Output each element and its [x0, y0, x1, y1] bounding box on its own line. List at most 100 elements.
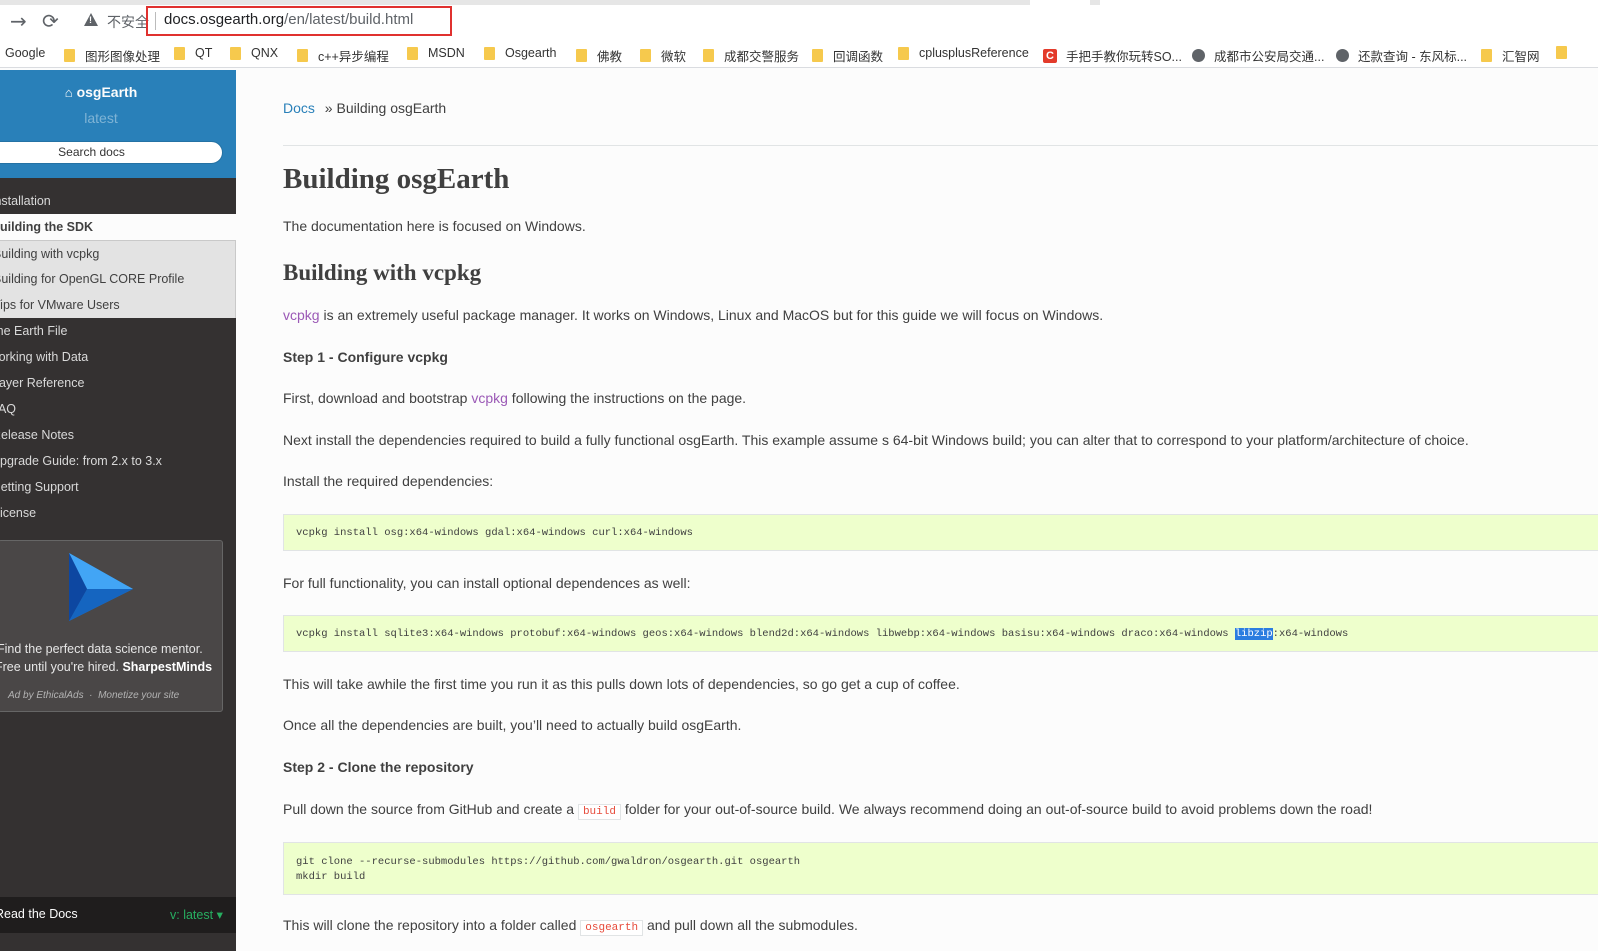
- bookmark-folder[interactable]: [1556, 46, 1577, 59]
- folder-icon: [297, 49, 308, 62]
- ad-by-link[interactable]: Ad by EthicalAds: [8, 690, 84, 701]
- bookmark-folder[interactable]: 佛教: [576, 46, 622, 65]
- folder-icon: [230, 46, 241, 60]
- rtd-version[interactable]: v: latest ▾: [170, 907, 223, 922]
- bookmark-site[interactable]: 成都市公安局交通...: [1192, 46, 1324, 65]
- nav-item-label: Getting Support: [0, 480, 79, 494]
- nav-subitem-opengl-core[interactable]: Building for OpenGL CORE Profile: [0, 266, 236, 292]
- step2-heading: Step 2 - Clone the repository: [283, 759, 474, 775]
- bookmark-folder[interactable]: 图形图像处理: [64, 46, 160, 65]
- nav-menu: Installation Building the SDK Building w…: [0, 188, 236, 526]
- breadcrumb: Docs » Building osgEarth: [283, 100, 446, 116]
- code-block-optional[interactable]: vcpkg install sqlite3:x64-windows protob…: [283, 615, 1598, 652]
- clone-text-a: This will clone the repository into a fo…: [283, 917, 581, 933]
- nav-item-getting-support[interactable]: Getting Support: [0, 474, 236, 500]
- folder-icon: [1481, 49, 1492, 62]
- breadcrumb-docs-link[interactable]: Docs: [283, 100, 315, 116]
- code-optional-text-a: vcpkg install sqlite3:x64-windows protob…: [296, 628, 1235, 640]
- url-highlight-box: [146, 6, 452, 36]
- nav-item-installation[interactable]: Installation: [0, 188, 236, 214]
- folder-icon: [703, 49, 714, 62]
- csdn-icon: C: [1043, 48, 1057, 63]
- bookmark-folder[interactable]: MSDN: [407, 46, 465, 60]
- search-input[interactable]: Search docs: [0, 141, 223, 164]
- nav-item-building-the-sdk[interactable]: Building the SDK: [0, 214, 236, 240]
- bookmark-label: 汇智网: [1502, 50, 1540, 64]
- download-text-a: First, download and bootstrap: [283, 390, 472, 406]
- nav-item-upgrade-guide[interactable]: Upgrade Guide: from 2.x to 3.x: [0, 448, 236, 474]
- folder-icon: [640, 49, 651, 62]
- tab-strip-edge: [0, 0, 1598, 5]
- bookmark-folder[interactable]: cplusplusReference: [898, 46, 1029, 60]
- ad-text[interactable]: Find the perfect data science mentor. Fr…: [0, 640, 224, 676]
- version-label: latest: [84, 110, 118, 126]
- bookmark-label: 回调函数: [833, 50, 884, 64]
- insecure-label[interactable]: 不安全: [107, 12, 149, 32]
- vcpkg-link[interactable]: vcpkg: [283, 307, 320, 323]
- ethical-ad[interactable]: Find the perfect data science mentor. Fr…: [0, 540, 223, 712]
- nav-subitem-building-with-vcpkg[interactable]: Building with vcpkg: [0, 240, 236, 266]
- bookmark-google[interactable]: Google: [5, 46, 45, 60]
- code-block-clone[interactable]: git clone --recurse-submodules https://g…: [283, 842, 1598, 895]
- nav-subitem-vmware-tips[interactable]: Tips for VMware Users: [0, 292, 236, 318]
- step1-heading: Step 1 - Configure vcpkg: [283, 349, 448, 365]
- warning-icon[interactable]: [84, 13, 98, 26]
- bookmark-folder[interactable]: 汇智网: [1481, 46, 1540, 65]
- rtd-version-footer[interactable]: Read the Docs v: latest ▾: [0, 897, 236, 933]
- vcpkg-link-2[interactable]: vcpkg: [471, 390, 508, 406]
- breadcrumb-sep: »: [324, 100, 333, 116]
- bookmark-label: 手把手教你玩转SO...: [1066, 50, 1182, 64]
- folder-icon: [812, 49, 823, 62]
- bookmark-label: Osgearth: [505, 46, 557, 60]
- bookmark-csdn[interactable]: C 手把手教你玩转SO...: [1043, 46, 1182, 65]
- vcpkg-paragraph-text: is an extremely useful package manager. …: [319, 307, 1104, 323]
- nav-item-label: Release Notes: [0, 428, 74, 442]
- bookmark-folder[interactable]: 微软: [640, 46, 686, 65]
- bookmark-site[interactable]: 还款查询 - 东风标...: [1336, 46, 1467, 65]
- project-name: osgEarth: [76, 84, 138, 100]
- folder-icon: [174, 46, 185, 60]
- bookmark-label: Google: [5, 46, 46, 60]
- code-optional-text-b: :x64-windows: [1272, 628, 1349, 640]
- ad-line-2: Free until you're hired. SharpestMinds: [0, 658, 220, 676]
- forward-icon[interactable]: →: [10, 10, 27, 32]
- nav-item-faq[interactable]: FAQ: [0, 396, 236, 422]
- bookmark-folder[interactable]: 成都交警服务: [703, 46, 799, 65]
- breadcrumb-current: Building osgEarth: [336, 100, 447, 116]
- caret-down-icon: ▾: [216, 908, 223, 922]
- pull-text-b: folder for your out-of-source build. We …: [620, 801, 1373, 817]
- next-paragraph: Next install the dependencies required t…: [283, 432, 1469, 448]
- folder-icon: [1556, 46, 1567, 59]
- project-link[interactable]: ⌂ osgEarth: [0, 84, 202, 100]
- nav-item-earth-file[interactable]: The Earth File: [0, 318, 236, 344]
- bookmark-folder[interactable]: Osgearth: [484, 46, 556, 60]
- code-block-install[interactable]: vcpkg install osg:x64-windows gdal:x64-w…: [283, 514, 1598, 551]
- bookmark-label: 图形图像处理: [85, 50, 161, 64]
- nav-item-license[interactable]: License: [0, 500, 236, 526]
- sidebar: ⌂osgEarth latest Search docs Installatio…: [0, 70, 236, 951]
- nav-item-working-with-data[interactable]: Working with Data: [0, 344, 236, 370]
- download-paragraph: First, download and bootstrap vcpkg foll…: [283, 390, 746, 406]
- bookmark-label: 佛教: [597, 50, 623, 64]
- bookmark-folder[interactable]: c++异步编程: [297, 46, 389, 65]
- nav-item-label: Layer Reference: [0, 376, 85, 390]
- nav-item-label: Tips for VMware Users: [0, 298, 120, 312]
- ad-monetize-link[interactable]: Monetize your site: [98, 690, 179, 701]
- vcpkg-paragraph: vcpkg is an extremely useful package man…: [283, 307, 1103, 323]
- bookmark-label: 微软: [661, 50, 687, 64]
- bookmark-folder[interactable]: QT: [174, 46, 212, 60]
- intro-paragraph: The documentation here is focused on Win…: [283, 218, 586, 234]
- bookmarks-bar: Google 图形图像处理 QT QNX c++异步编程 MSDN Osgear…: [0, 40, 1598, 68]
- bookmark-label: cplusplusReference: [919, 46, 1029, 60]
- optional-paragraph: For full functionality, you can install …: [283, 575, 691, 591]
- bookmark-folder[interactable]: QNX: [230, 46, 278, 60]
- nav-item-label: Upgrade Guide: from 2.x to 3.x: [0, 454, 162, 468]
- search-placeholder: Search docs: [58, 145, 125, 159]
- clone-text-b: and pull down all the submodules.: [643, 917, 858, 933]
- bookmark-folder[interactable]: 回调函数: [812, 46, 883, 65]
- nav-item-release-notes[interactable]: Release Notes: [0, 422, 236, 448]
- reload-icon[interactable]: ⟳: [42, 10, 59, 32]
- rtd-label: Read the Docs: [0, 907, 78, 921]
- nav-item-layer-reference[interactable]: Layer Reference: [0, 370, 236, 396]
- folder-icon: [576, 49, 587, 62]
